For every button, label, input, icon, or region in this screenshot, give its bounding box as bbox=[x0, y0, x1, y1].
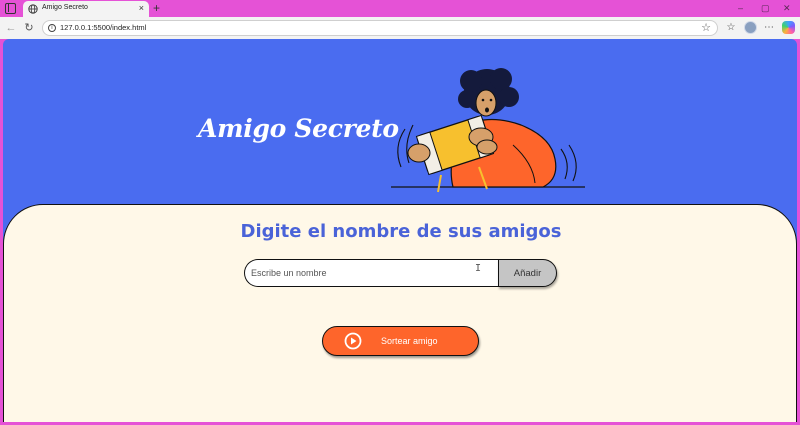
play-icon bbox=[344, 332, 362, 350]
add-button[interactable]: Añadir bbox=[498, 259, 557, 287]
url-text: 127.0.0.1:5500/index.html bbox=[60, 23, 147, 32]
minimize-button[interactable]: – bbox=[738, 2, 743, 14]
text-cursor-icon: I bbox=[475, 263, 482, 274]
page-viewport: Amigo Secreto Digite el nombre de sus am… bbox=[3, 39, 797, 422]
maximize-button[interactable]: ▢ bbox=[761, 2, 770, 14]
more-icon[interactable]: ⋯ bbox=[762, 21, 776, 35]
tab-close-icon[interactable]: × bbox=[139, 2, 144, 14]
browser-toolbar: ← ↻ i 127.0.0.1:5500/index.html ☆ ☆ ⋯ bbox=[0, 17, 800, 39]
tab-title: Amigo Secreto bbox=[42, 4, 88, 11]
page-header: Amigo Secreto bbox=[3, 39, 797, 209]
draw-button-label: Sortear amigo bbox=[381, 336, 438, 346]
name-input-group: I Añadir bbox=[244, 259, 558, 287]
favorites-icon[interactable]: ☆ bbox=[724, 21, 738, 35]
address-bar[interactable]: i 127.0.0.1:5500/index.html ☆ bbox=[42, 20, 718, 36]
info-icon[interactable]: i bbox=[48, 24, 56, 32]
browser-tab-bar: Amigo Secreto × + – ▢ ✕ bbox=[0, 0, 800, 17]
tab-actions-icon[interactable] bbox=[5, 3, 16, 14]
section-heading: Digite el nombre de sus amigos bbox=[240, 221, 562, 242]
profile-avatar[interactable] bbox=[744, 21, 757, 34]
copilot-icon[interactable] bbox=[782, 21, 795, 34]
page-title: Amigo Secreto bbox=[198, 114, 399, 143]
main-card: Digite el nombre de sus amigos I Añadir … bbox=[3, 204, 797, 422]
star-icon[interactable]: ☆ bbox=[701, 21, 711, 35]
globe-icon bbox=[28, 4, 38, 14]
back-icon[interactable]: ← bbox=[4, 21, 18, 35]
refresh-icon[interactable]: ↻ bbox=[22, 21, 36, 35]
person-with-gift-illustration bbox=[391, 68, 585, 193]
friend-name-input[interactable] bbox=[244, 259, 500, 287]
new-tab-button[interactable]: + bbox=[153, 0, 160, 16]
close-window-button[interactable]: ✕ bbox=[783, 2, 791, 14]
draw-friend-button[interactable]: Sortear amigo bbox=[322, 326, 479, 356]
browser-tab[interactable]: Amigo Secreto × bbox=[23, 1, 149, 17]
